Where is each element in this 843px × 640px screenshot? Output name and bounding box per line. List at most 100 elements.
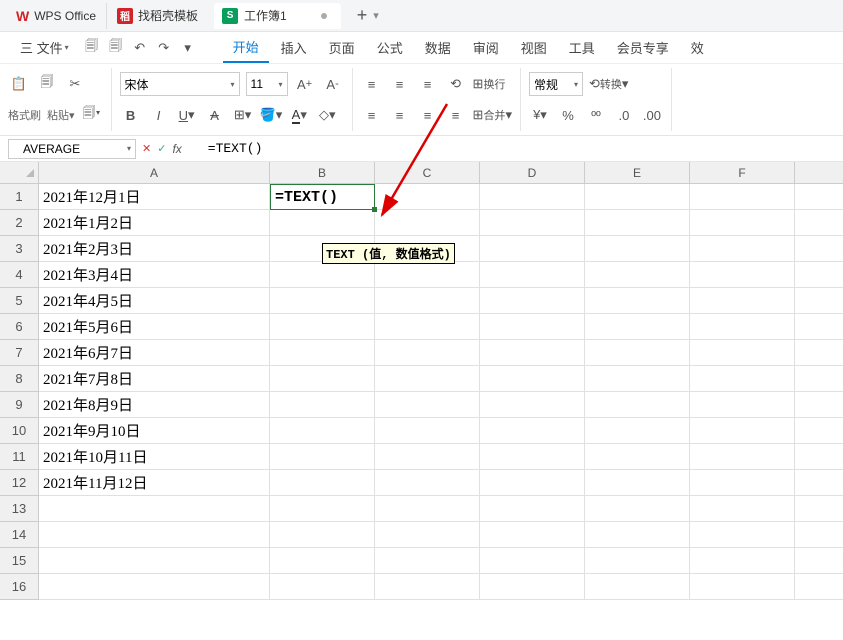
- cell-E3[interactable]: [585, 236, 690, 262]
- cell-D4[interactable]: [480, 262, 585, 288]
- cell-G15[interactable]: [795, 548, 843, 574]
- size-select[interactable]: 11▾: [246, 72, 288, 96]
- cell-F15[interactable]: [690, 548, 795, 574]
- cell-B8[interactable]: [270, 366, 375, 392]
- row-header[interactable]: 3: [0, 236, 39, 262]
- cell-B13[interactable]: [270, 496, 375, 522]
- cell-D3[interactable]: [480, 236, 585, 262]
- copy-icon[interactable]: 🗐: [36, 73, 58, 95]
- paste-options-icon[interactable]: 🗐▾: [81, 104, 103, 126]
- cell-C6[interactable]: [375, 314, 480, 340]
- increase-decimal-icon[interactable]: .00: [641, 104, 663, 126]
- row-header[interactable]: 4: [0, 262, 39, 288]
- cell-B15[interactable]: [270, 548, 375, 574]
- col-header[interactable]: F: [690, 162, 795, 184]
- menu-formula[interactable]: 公式: [367, 32, 413, 63]
- col-header[interactable]: E: [585, 162, 690, 184]
- cell-G5[interactable]: [795, 288, 843, 314]
- cell-E8[interactable]: [585, 366, 690, 392]
- cell-E10[interactable]: [585, 418, 690, 444]
- cell-A3[interactable]: 2021年2月3日: [39, 236, 270, 262]
- row-header[interactable]: 1: [0, 184, 39, 210]
- cell-B7[interactable]: [270, 340, 375, 366]
- cell-B14[interactable]: [270, 522, 375, 548]
- doc-tab-workbook[interactable]: S 工作簿1: [214, 3, 341, 29]
- formula-input[interactable]: =TEXT(): [188, 141, 263, 156]
- app-tab-template[interactable]: 稻 找稻壳模板: [107, 3, 208, 29]
- strikethrough-button[interactable]: A: [204, 104, 226, 126]
- cell-A7[interactable]: 2021年6月7日: [39, 340, 270, 366]
- cell-A8[interactable]: 2021年7月8日: [39, 366, 270, 392]
- row-header[interactable]: 6: [0, 314, 39, 340]
- cell-A11[interactable]: 2021年10月11日: [39, 444, 270, 470]
- row-header[interactable]: 12: [0, 470, 39, 496]
- cell-E6[interactable]: [585, 314, 690, 340]
- cell-E5[interactable]: [585, 288, 690, 314]
- cell-A12[interactable]: 2021年11月12日: [39, 470, 270, 496]
- cell-C7[interactable]: [375, 340, 480, 366]
- cell-F5[interactable]: [690, 288, 795, 314]
- fx-icon[interactable]: fx: [172, 142, 181, 156]
- cell-G13[interactable]: [795, 496, 843, 522]
- cell-F8[interactable]: [690, 366, 795, 392]
- cell-B1[interactable]: =TEXT(): [270, 184, 375, 210]
- font-color-button[interactable]: A▾: [288, 104, 310, 126]
- cell-A13[interactable]: [39, 496, 270, 522]
- cell-A16[interactable]: [39, 574, 270, 600]
- align-top-icon[interactable]: ≡: [361, 73, 383, 95]
- select-all-corner[interactable]: [0, 162, 39, 184]
- cell-G3[interactable]: [795, 236, 843, 262]
- row-header[interactable]: 14: [0, 522, 39, 548]
- row-header[interactable]: 10: [0, 418, 39, 444]
- border-button[interactable]: ⊞▾: [232, 104, 254, 126]
- cell-G10[interactable]: [795, 418, 843, 444]
- paste-label[interactable]: 粘贴▾: [47, 107, 75, 123]
- cell-D13[interactable]: [480, 496, 585, 522]
- comma-icon[interactable]: ºº: [585, 104, 607, 126]
- cell-F7[interactable]: [690, 340, 795, 366]
- cell-D2[interactable]: [480, 210, 585, 236]
- cell-G11[interactable]: [795, 444, 843, 470]
- cell-D1[interactable]: [480, 184, 585, 210]
- quick-undo-icon[interactable]: ↶: [129, 37, 151, 59]
- align-center-icon[interactable]: ≡: [389, 104, 411, 126]
- cell-A9[interactable]: 2021年8月9日: [39, 392, 270, 418]
- quick-save-icon[interactable]: 🗐: [81, 37, 103, 59]
- highlight-button[interactable]: ◇▾: [316, 104, 338, 126]
- col-header[interactable]: D: [480, 162, 585, 184]
- quick-redo-icon[interactable]: ↷: [153, 37, 175, 59]
- align-middle-icon[interactable]: ≡: [389, 73, 411, 95]
- cell-A4[interactable]: 2021年3月4日: [39, 262, 270, 288]
- currency-icon[interactable]: ¥▾: [529, 104, 551, 126]
- align-right-icon[interactable]: ≡: [417, 104, 439, 126]
- cell-B4[interactable]: [270, 262, 375, 288]
- cell-F4[interactable]: [690, 262, 795, 288]
- cell-C12[interactable]: [375, 470, 480, 496]
- italic-button[interactable]: I: [148, 104, 170, 126]
- cell-B16[interactable]: [270, 574, 375, 600]
- bold-button[interactable]: B: [120, 104, 142, 126]
- menu-member[interactable]: 会员专享: [607, 32, 679, 63]
- confirm-formula-icon[interactable]: ✓: [157, 142, 166, 155]
- menu-more[interactable]: 效: [681, 32, 714, 63]
- decrease-decimal-icon[interactable]: .0: [613, 104, 635, 126]
- cell-F6[interactable]: [690, 314, 795, 340]
- cell-E11[interactable]: [585, 444, 690, 470]
- number-format-select[interactable]: 常规▾: [529, 72, 583, 96]
- cell-G8[interactable]: [795, 366, 843, 392]
- increase-font-icon[interactable]: A+: [294, 73, 316, 95]
- cell-D6[interactable]: [480, 314, 585, 340]
- menu-insert[interactable]: 插入: [271, 32, 317, 63]
- cell-A5[interactable]: 2021年4月5日: [39, 288, 270, 314]
- cell-E7[interactable]: [585, 340, 690, 366]
- cell-G1[interactable]: [795, 184, 843, 210]
- quick-more-icon[interactable]: ▾: [177, 37, 199, 59]
- cell-E9[interactable]: [585, 392, 690, 418]
- cell-B5[interactable]: [270, 288, 375, 314]
- cell-C9[interactable]: [375, 392, 480, 418]
- cell-F2[interactable]: [690, 210, 795, 236]
- cell-A6[interactable]: 2021年5月6日: [39, 314, 270, 340]
- cell-C8[interactable]: [375, 366, 480, 392]
- cell-F14[interactable]: [690, 522, 795, 548]
- row-header[interactable]: 9: [0, 392, 39, 418]
